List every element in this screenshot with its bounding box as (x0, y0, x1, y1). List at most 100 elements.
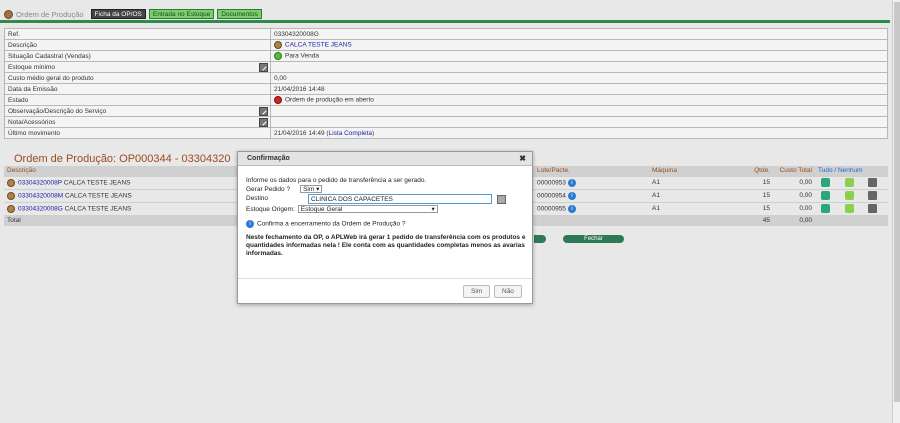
prop-value: Para Venda (285, 52, 319, 60)
check-icon[interactable] (821, 191, 830, 200)
prop-label: Nota/Acessórios (8, 118, 56, 126)
prop-row: Custo médio geral do produto 0,00 (4, 72, 888, 84)
total-empty (815, 215, 888, 226)
row-lote: 00000955 (537, 205, 566, 213)
prop-value (270, 105, 888, 117)
page-scrollbar[interactable] (892, 0, 900, 423)
dialog-body: Informe os dados para o pedido de transf… (246, 177, 526, 258)
description-link[interactable]: CALCA TESTE JEANS (285, 42, 352, 49)
col-custo: Custo Total (773, 166, 815, 177)
product-box-icon (7, 191, 15, 200)
col-maquina: Máquina (649, 166, 741, 177)
gerar-value: Sim (303, 186, 315, 193)
col-qtde: Qtde. (741, 166, 773, 177)
row-desc: CALCA TESTE JEANS (63, 179, 131, 187)
prop-label: Data da Emissão (4, 83, 271, 95)
estoque-row: Estoque Origem: Estoque Geral ▾ (246, 205, 526, 213)
prop-row: Último movimento 21/04/2016 14:49 (Lista … (4, 127, 888, 139)
prop-row: Estoque mínimo (4, 61, 888, 73)
product-box-icon (274, 41, 282, 49)
row-qtde: 15 (741, 202, 773, 216)
prop-label: Observação/Descrição do Serviço (8, 107, 107, 115)
close-icon[interactable]: ✖ (519, 152, 526, 166)
total-empty (534, 215, 649, 226)
status-green-icon (274, 52, 282, 60)
confirm-text: Confirma a encerramento da Ordem de Prod… (257, 220, 406, 228)
prop-label: Ref. (4, 28, 271, 40)
check-icon[interactable] (821, 178, 830, 187)
print-icon[interactable] (868, 191, 877, 200)
row-actions (815, 189, 888, 203)
destino-label: Destino (246, 195, 269, 202)
sim-button[interactable]: Sim (463, 285, 491, 298)
hidden-action-button[interactable] (534, 235, 546, 243)
row-custo: 0,00 (773, 176, 815, 190)
prop-row: Data da Emissão 21/04/2016 14:48 (4, 83, 888, 95)
edit-icon[interactable] (259, 118, 268, 127)
paren-close: ) (371, 129, 375, 137)
row-desc: CALCA TESTE JEANS (64, 205, 132, 213)
row-ref-link[interactable]: 03304320008P (18, 179, 62, 186)
confirm-row: i Confirma a encerramento da Ordem de Pro… (246, 220, 526, 228)
prop-value-cell: Para Venda (270, 50, 888, 62)
edit-icon[interactable] (259, 63, 268, 72)
approve-icon[interactable] (845, 191, 854, 200)
print-icon[interactable] (868, 178, 877, 187)
prop-label: Descrição (4, 39, 271, 51)
prop-label: Estoque mínimo (8, 63, 55, 71)
prop-value (270, 61, 888, 73)
gerar-row: Gerar Pedido ? Sim ▾ (246, 185, 526, 193)
row-lote: 00000954 (537, 192, 566, 200)
estoque-select[interactable]: Estoque Geral ▾ (297, 205, 438, 213)
header-divider (0, 20, 890, 23)
fechar-button[interactable]: Fechar (563, 235, 624, 243)
info-icon: i (246, 220, 254, 228)
row-lote: 00000953 (537, 179, 566, 187)
select-all-none-link[interactable]: Tudo / Nenhum (815, 166, 888, 177)
page-title: Ordem de Produção (16, 9, 84, 19)
prop-label: Situação Cadastral (Vendas) (4, 50, 271, 62)
prop-row: Observação/Descrição do Serviço (4, 105, 888, 117)
row-ref-link[interactable]: 03304320008M (18, 192, 63, 199)
lookup-icon[interactable] (497, 195, 506, 204)
nao-button[interactable]: Não (494, 285, 522, 298)
gerar-label: Gerar Pedido ? (246, 186, 291, 193)
header-tabs: Ordem de Produção Ficha da OP/OS Entrada… (4, 8, 262, 20)
gerar-pedido-select[interactable]: Sim ▾ (300, 185, 323, 193)
edit-icon[interactable] (259, 107, 268, 116)
info-icon[interactable]: i (567, 178, 576, 187)
row-actions (815, 202, 888, 216)
destino-input[interactable]: CLINICA DOS CAPACETES (308, 194, 492, 204)
row-lote-cell: 00000954 i (534, 189, 649, 203)
print-icon[interactable] (868, 204, 877, 213)
row-lote-cell: 00000955 i (534, 202, 649, 216)
section-title: Ordem de Produção: OP000344 - 03304320 (14, 153, 231, 165)
approve-icon[interactable] (845, 178, 854, 187)
tab-entrada-estoque[interactable]: Entrada no Estoque (148, 9, 215, 19)
full-list-link[interactable]: Lista Completa (329, 130, 372, 137)
tab-ficha[interactable]: Ficha da OP/OS (90, 9, 146, 19)
info-icon[interactable]: i (567, 204, 576, 213)
prop-label: Custo médio geral do produto (4, 72, 271, 84)
prop-row: Descrição CALCA TESTE JEANS (4, 39, 888, 51)
prop-label-cell: Estoque mínimo (4, 61, 271, 73)
prop-label: Último movimento (4, 127, 271, 139)
check-icon[interactable] (821, 204, 830, 213)
prop-row: Nota/Acessórios (4, 116, 888, 128)
destino-row: Destino CLINICA DOS CAPACETES (246, 194, 526, 205)
info-icon[interactable]: i (567, 191, 576, 200)
prop-value-cell: Ordem de produção em aberto (270, 94, 888, 106)
prop-value (270, 116, 888, 128)
row-ref-link[interactable]: 03304320008G (18, 205, 63, 212)
product-box-icon (7, 204, 15, 213)
prop-value-cell: 21/04/2016 14:49 (Lista Completa) (270, 127, 888, 139)
row-custo: 0,00 (773, 202, 815, 216)
dialog-header: Confirmação ✖ (238, 152, 532, 166)
row-desc: CALCA TESTE JEANS (65, 192, 132, 200)
product-box-icon (7, 178, 15, 187)
scrollbar-thumb[interactable] (894, 2, 900, 402)
approve-icon[interactable] (845, 204, 854, 213)
dialog-intro: Informe os dados para o pedido de transf… (246, 177, 427, 184)
tab-documentos[interactable]: Documentos (217, 9, 262, 19)
total-qtde: 45 (741, 215, 773, 226)
